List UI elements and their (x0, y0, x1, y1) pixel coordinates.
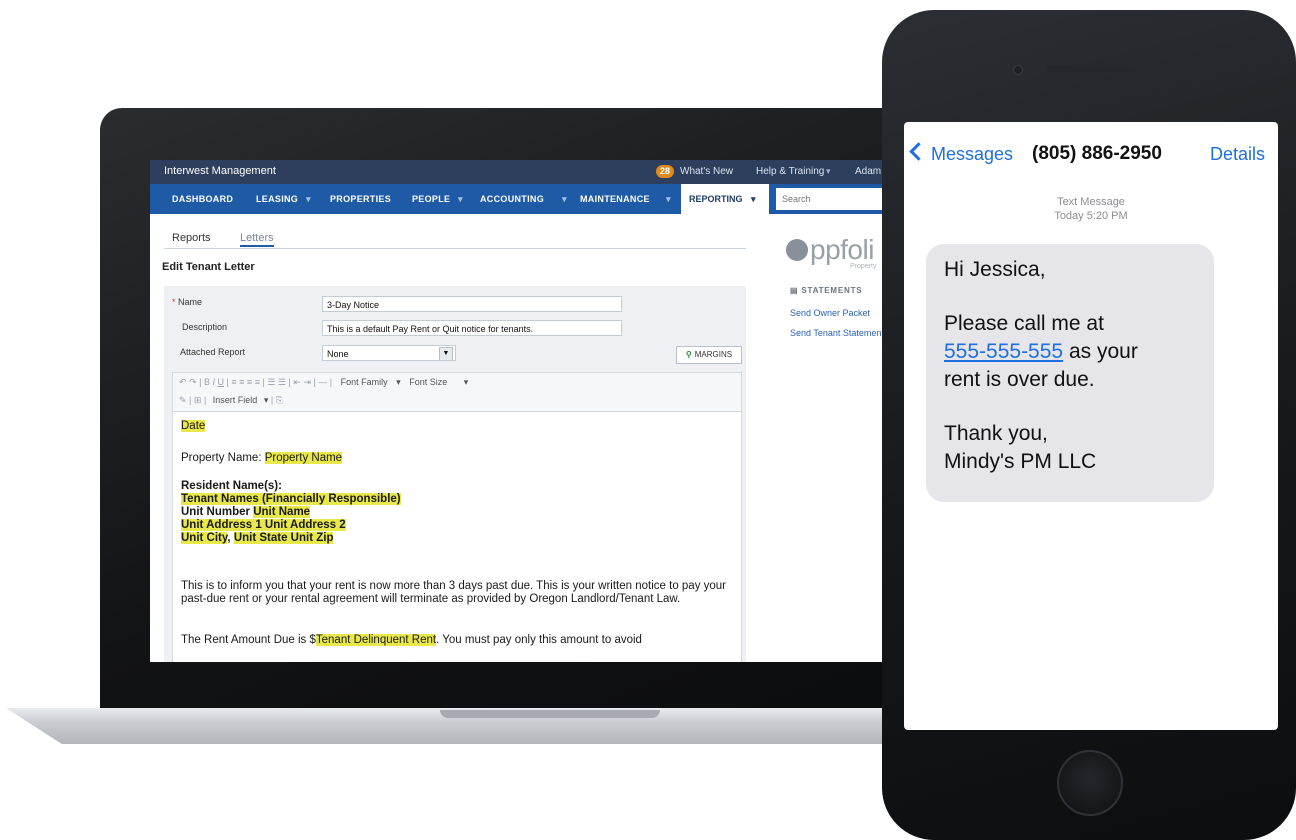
chevron-down-icon: ▾ (562, 194, 567, 204)
date-field: Date (181, 420, 206, 432)
bold-icon[interactable]: B (204, 377, 210, 387)
chevron-down-icon: ▾ (463, 377, 469, 387)
letter-editor[interactable]: Date Property Name: Property Name Reside… (172, 412, 742, 662)
nav-reporting-label: REPORTING (689, 194, 743, 204)
chevron-down-icon: ▾ (751, 194, 756, 204)
search-input[interactable] (776, 188, 890, 210)
chevron-down-icon: ▾ (396, 377, 401, 387)
font-family-select[interactable]: Font Family (341, 377, 388, 387)
description-label: Description (182, 322, 228, 332)
numbered-list-icon[interactable]: ☰ (278, 377, 286, 387)
send-tenant-statement-link[interactable]: Send Tenant Statement (790, 328, 884, 338)
chevron-down-icon: ▾ (666, 194, 671, 204)
chevron-down-icon: ▾ (826, 166, 831, 176)
margins-icon: ⚲ (685, 350, 692, 359)
nav-maintenance[interactable]: MAINTENANCE (580, 194, 650, 204)
chevron-down-icon: ▾ (263, 395, 269, 405)
font-size-select[interactable]: Font Size (409, 377, 447, 387)
home-button[interactable] (1057, 750, 1123, 816)
phone-number-link[interactable]: 555-555-555 (944, 340, 1063, 363)
logo-mark-icon (786, 239, 808, 261)
message-timestamp: Today 5:20 PM (1054, 210, 1128, 222)
help-training-link[interactable]: Help & Training (756, 166, 824, 177)
nav-people[interactable]: PEOPLE (412, 194, 450, 204)
app-title: Interwest Management (164, 165, 276, 177)
whats-new-badge[interactable]: 28 (656, 165, 674, 178)
document-icon: ▤ (790, 286, 802, 295)
chevron-down-icon: ▾ (306, 194, 311, 204)
horizontal-rule-icon[interactable]: — (318, 377, 327, 387)
subtab-divider (164, 248, 746, 249)
laptop-notch (440, 710, 660, 718)
italic-icon[interactable]: I (212, 377, 215, 387)
nav-dashboard[interactable]: DASHBOARD (172, 194, 233, 204)
contact-title: (805) 886-2950 (1032, 143, 1162, 164)
nav-properties[interactable]: PROPERTIES (330, 194, 391, 204)
attached-report-label: Attached Report (180, 347, 246, 357)
logo-subtitle: Property (850, 263, 877, 270)
messages-back-button[interactable]: Messages (909, 142, 1013, 165)
align-left-icon[interactable]: ≡ (231, 377, 236, 387)
insert-field-select[interactable]: Insert Field (213, 395, 258, 405)
page-title: Edit Tenant Letter (162, 261, 255, 273)
tab-letters[interactable]: Letters (240, 232, 274, 247)
laptop-screen: Interwest Management 28 What's New Help … (150, 160, 890, 662)
redo-icon[interactable]: ↷ (189, 377, 197, 387)
underline-icon[interactable]: U (218, 377, 225, 387)
nav-leasing[interactable]: LEASING (256, 194, 298, 204)
name-input[interactable]: 3-Day Notice (322, 296, 622, 312)
statements-heading: ▤ STATEMENTS (790, 286, 863, 295)
message-sign-1: Thank you, (944, 422, 1048, 445)
unit-address-field: Unit Address 1 Unit Address 2 (181, 519, 346, 531)
rent-due-paragraph: The Rent Amount Due is $Tenant Delinquen… (181, 634, 642, 646)
tenant-names-field: Tenant Names (Financially Responsible) (181, 493, 401, 505)
align-justify-icon[interactable]: ≡ (255, 377, 260, 387)
table-icon[interactable]: ⊞ (194, 395, 202, 405)
indent-icon[interactable]: ⇥ (303, 377, 311, 387)
appfolio-logo: ppfoli (786, 234, 874, 266)
whats-new-link[interactable]: What's New (680, 166, 733, 177)
chevron-down-icon: ▾ (458, 194, 463, 204)
source-icon[interactable]: ⎘ (276, 395, 283, 405)
details-button[interactable]: Details (1210, 144, 1265, 165)
message-line-2: 555-555-555 as your (944, 340, 1138, 363)
tab-reports[interactable]: Reports (172, 232, 211, 244)
editor-toolbar: ↶ ↷ | B I U | ≡ ≡ ≡ ≡ | ☰ ☰ | ⇤ ⇥ | — | … (172, 372, 742, 412)
edit-icon[interactable]: ✎ (179, 395, 187, 405)
bullet-list-icon[interactable]: ☰ (267, 377, 275, 387)
nav-accounting[interactable]: ACCOUNTING (480, 194, 544, 204)
outdent-icon[interactable]: ⇤ (293, 377, 301, 387)
unit-number-line: Unit Number Unit Name (181, 506, 311, 518)
message-line-3: rent is over due. (944, 368, 1095, 391)
chevron-left-icon (909, 142, 928, 161)
description-input[interactable]: This is a default Pay Rent or Quit notic… (322, 320, 622, 336)
nav-reporting[interactable]: REPORTING ▾ (681, 184, 769, 214)
name-label: * Name (172, 297, 203, 307)
message-type: Text Message (1057, 196, 1125, 208)
front-camera (1013, 65, 1023, 75)
earpiece-speaker (1046, 66, 1128, 72)
chevron-down-icon: ▼ (439, 347, 453, 360)
undo-icon[interactable]: ↶ (179, 377, 187, 387)
user-menu[interactable]: Adam (855, 166, 881, 177)
attached-report-select[interactable]: None ▼ (322, 345, 456, 361)
property-line: Property Name: Property Name (181, 452, 343, 464)
unit-city-line: Unit City, Unit State Unit Zip (181, 532, 334, 544)
residents-heading: Resident Name(s): (181, 480, 282, 492)
app-topbar: Interwest Management 28 What's New Help … (150, 160, 890, 184)
message-sign-2: Mindy's PM LLC (944, 450, 1097, 473)
notice-paragraph: This is to inform you that your rent is … (181, 580, 727, 605)
align-right-icon[interactable]: ≡ (247, 377, 252, 387)
message-greeting: Hi Jessica, (944, 258, 1046, 281)
send-owner-packet-link[interactable]: Send Owner Packet (790, 308, 870, 318)
messages-screen: Messages (805) 886-2950 Details Text Mes… (904, 122, 1278, 730)
message-line-1: Please call me at (944, 312, 1104, 335)
align-center-icon[interactable]: ≡ (239, 377, 244, 387)
margins-button[interactable]: ⚲ MARGINS (676, 346, 742, 364)
message-bubble: Hi Jessica, Please call me at 555-555-55… (926, 244, 1214, 502)
